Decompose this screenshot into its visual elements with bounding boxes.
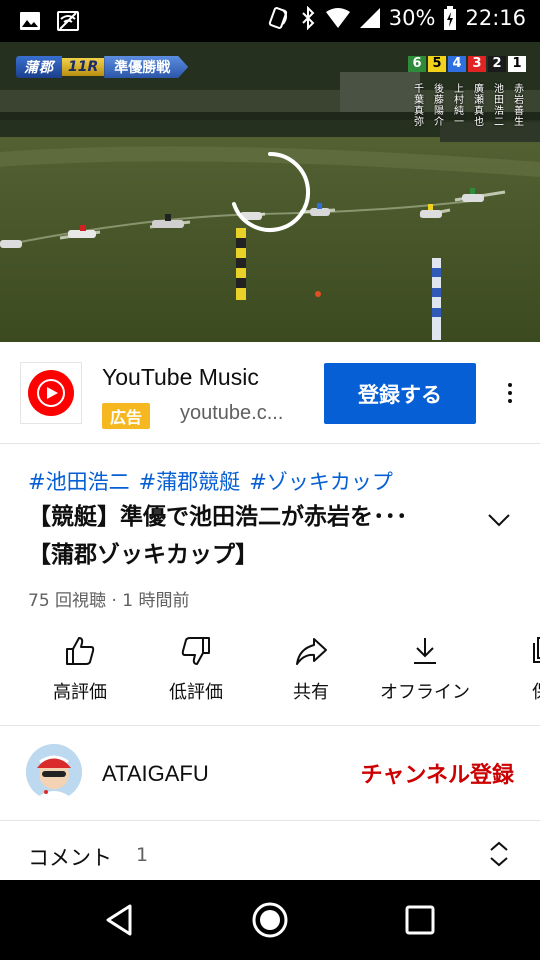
like-label: 高評価 (53, 682, 107, 703)
thumb-down-icon (181, 637, 210, 665)
lane-3: 3 廣瀬真也 (468, 56, 486, 136)
channel-avatar-image (26, 744, 82, 800)
racer-name: 池田浩二 (491, 83, 503, 127)
save-button[interactable]: 保 (486, 628, 540, 718)
channel-row[interactable]: ATAIGAFU チャンネル登録 (0, 727, 540, 821)
nfc-icon (268, 7, 287, 29)
chevron-down-icon[interactable] (484, 505, 514, 535)
battery-percent: 30% (388, 6, 436, 30)
video-player[interactable]: 蒲郡 11R 準優勝戦 6 千葉真弥 5 後藤陽介 4 上村純一 3 廣瀬真也 2 池田浩二 1 赤岩… (0, 42, 540, 342)
race-venue: 蒲郡 (16, 56, 62, 78)
share-label: 共有 (293, 682, 329, 703)
save-icon (533, 637, 540, 663)
wifi-icon (325, 8, 350, 28)
lane-4: 4 上村純一 (448, 56, 466, 136)
video-meta: 75 回視聴 · 1 時間前 (28, 591, 190, 611)
ad-row[interactable]: YouTube Music 広告 youtube.c... 登録する (0, 342, 540, 444)
racer-name: 廣瀬真也 (471, 83, 483, 127)
race-stage: 準優勝戦 (104, 56, 189, 78)
hashtag-link[interactable]: #池田浩二 (28, 466, 130, 496)
racer-name: 後藤陽介 (431, 83, 443, 127)
lane-lineup: 6 千葉真弥 5 後藤陽介 4 上村純一 3 廣瀬真也 2 池田浩二 1 赤岩善生 (408, 56, 526, 136)
channel-name[interactable]: ATAIGAFU (102, 761, 209, 787)
loading-spinner-icon (232, 152, 311, 232)
lane-number: 1 (508, 56, 526, 72)
ad-url[interactable]: youtube.c... (180, 402, 283, 425)
lane-number: 6 (408, 56, 426, 72)
lane-5: 5 後藤陽介 (428, 56, 446, 136)
home-icon[interactable] (248, 898, 292, 942)
share-icon (296, 638, 327, 665)
lane-number: 4 (448, 56, 466, 72)
subscribe-button[interactable]: チャンネル登録 (361, 757, 514, 789)
download-label: オフライン (380, 682, 470, 703)
lane-number: 5 (428, 56, 446, 72)
ad-title[interactable]: YouTube Music (102, 364, 259, 391)
battery-charging-icon (444, 6, 457, 30)
race-banner: 蒲郡 11R 準優勝戦 (16, 56, 189, 78)
thumb-up-icon (66, 637, 95, 665)
bluetooth-icon (302, 6, 315, 30)
download-button[interactable]: オフライン (370, 628, 480, 718)
status-bar: 30% 22:16 (0, 0, 540, 42)
ad-subscribe-button[interactable]: 登録する (324, 363, 476, 424)
boat-1 (0, 240, 22, 248)
action-bar: 高評価 低評価 共有 オフライン 保 (0, 628, 540, 726)
like-button[interactable]: 高評価 (25, 628, 135, 718)
avatar[interactable] (26, 744, 82, 800)
hashtag-link[interactable]: #蒲郡競艇 (139, 466, 241, 496)
unfold-icon[interactable] (486, 840, 512, 868)
video-title[interactable]: 【競艇】準優で池田浩二が赤岩を･･･【蒲郡ゾッキカップ】 (28, 498, 448, 574)
race-number: 11R (62, 58, 105, 76)
turn-mark-left (236, 228, 246, 300)
racer-name: 赤岩善生 (511, 83, 523, 127)
lane-number: 2 (488, 56, 506, 72)
ad-badge: 広告 (102, 403, 151, 429)
clock: 22:16 (465, 6, 526, 30)
comments-label: コメント (28, 846, 112, 870)
system-nav-bar (0, 880, 540, 960)
hashtag-link[interactable]: #ゾッキカップ (249, 466, 393, 496)
lane-2: 2 池田浩二 (488, 56, 506, 136)
save-label: 保 (532, 678, 540, 704)
comments-header[interactable]: コメント 1 (0, 822, 540, 878)
lane-6: 6 千葉真弥 (408, 56, 426, 136)
comments-count: 1 (136, 844, 149, 866)
racer-name: 上村純一 (451, 83, 463, 127)
lane-number: 3 (468, 56, 486, 72)
dislike-label: 低評価 (169, 682, 223, 703)
image-notification-icon (20, 12, 40, 30)
share-button[interactable]: 共有 (256, 628, 366, 718)
racer-name: 千葉真弥 (411, 83, 423, 127)
dislike-button[interactable]: 低評価 (141, 628, 251, 718)
recents-icon[interactable] (398, 898, 442, 942)
signal-icon (359, 8, 380, 28)
no-wifi-notification-icon (57, 11, 79, 31)
more-options-icon[interactable] (498, 378, 522, 408)
youtube-music-icon (28, 370, 74, 416)
hashtag-list: #池田浩二 #蒲郡競艇 #ゾッキカップ (28, 466, 393, 496)
youtube-music-logo (20, 362, 82, 424)
lane-1: 1 赤岩善生 (508, 56, 526, 136)
back-icon[interactable] (98, 898, 142, 942)
download-icon (414, 638, 436, 664)
turn-mark-right (432, 258, 441, 340)
